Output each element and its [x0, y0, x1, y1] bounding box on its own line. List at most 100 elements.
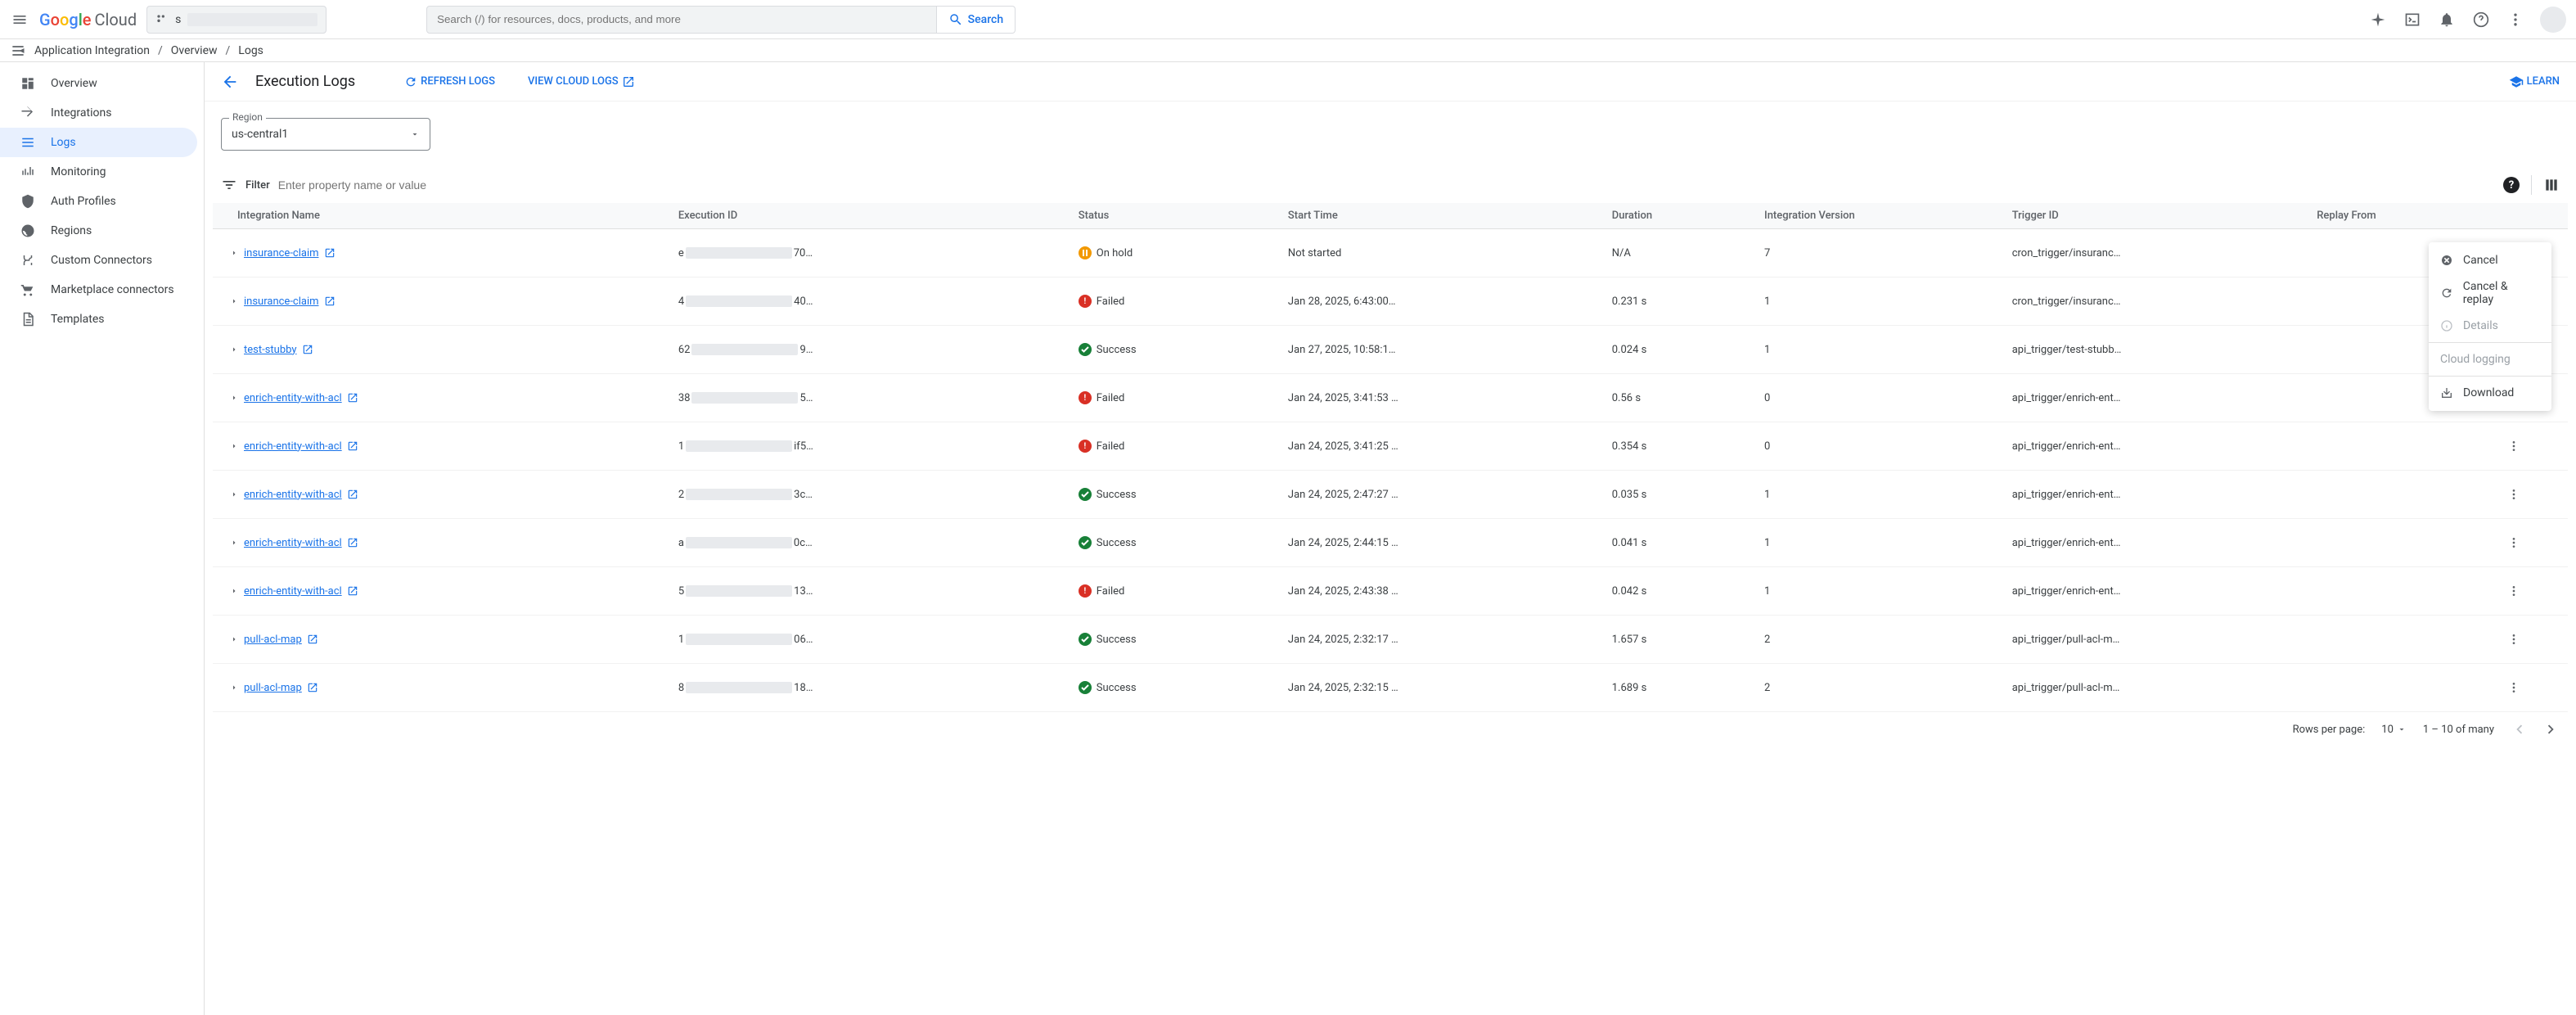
row-actions-button[interactable]: [2507, 524, 2560, 562]
marketplace-icon: [20, 282, 36, 298]
status-cell: !Failed: [1079, 295, 1272, 308]
expand-icon[interactable]: [229, 296, 239, 306]
google-cloud-logo[interactable]: Google Cloud: [39, 10, 137, 29]
notifications-icon[interactable]: [2437, 10, 2457, 29]
table-row: enrich-entity-with-acl 23c…SuccessJan 24…: [213, 471, 2568, 519]
breadcrumb-overview[interactable]: Overview: [171, 44, 218, 57]
column-display-icon[interactable]: [2543, 177, 2560, 193]
breadcrumb-page[interactable]: Logs: [238, 44, 263, 57]
menu-cancel-replay[interactable]: Cancel & replay: [2429, 273, 2551, 313]
row-actions-button[interactable]: [2507, 669, 2560, 706]
prev-page-button[interactable]: [2511, 720, 2529, 738]
start-time: Jan 24, 2025, 2:32:17 …: [1280, 616, 1604, 664]
sidebar-item-templates[interactable]: Templates: [0, 304, 204, 334]
integration-link[interactable]: enrich-entity-with-acl: [244, 392, 342, 404]
gemini-icon[interactable]: [2368, 10, 2388, 29]
col-header-version[interactable]: Integration Version: [1756, 203, 2004, 229]
integration-link[interactable]: pull-acl-map: [244, 682, 302, 694]
sidebar-item-label: Custom Connectors: [51, 254, 152, 267]
filter-input[interactable]: [278, 178, 2495, 192]
trigger-id: cron_trigger/insuranc…: [2004, 277, 2309, 326]
trigger-id: api_trigger/enrich-ent…: [2004, 471, 2309, 519]
search-input[interactable]: [426, 6, 937, 34]
integration-link[interactable]: enrich-entity-with-acl: [244, 537, 342, 549]
view-cloud-logs-button[interactable]: VIEW CLOUD LOGS: [528, 75, 635, 88]
expand-icon[interactable]: [229, 634, 239, 644]
region-select[interactable]: us-central1: [221, 118, 430, 151]
table-row: enrich-entity-with-acl 1if5…!FailedJan 2…: [213, 422, 2568, 471]
monitoring-icon: [20, 164, 36, 180]
integration-link[interactable]: test-stubby: [244, 344, 297, 356]
duration: 0.042 s: [1604, 567, 1756, 616]
sidebar-item-overview[interactable]: Overview: [0, 69, 204, 98]
row-actions-button[interactable]: [2507, 572, 2560, 610]
sidebar-item-integrations[interactable]: Integrations: [0, 98, 204, 128]
avatar[interactable]: [2540, 7, 2566, 33]
sidebar-item-label: Monitoring: [51, 165, 106, 178]
expand-icon[interactable]: [229, 393, 239, 403]
expand-icon[interactable]: [229, 538, 239, 548]
refresh-icon: [404, 75, 417, 88]
integration-link[interactable]: insurance-claim: [244, 247, 319, 259]
expand-icon[interactable]: [229, 683, 239, 692]
trigger-id: api_trigger/test-stubb…: [2004, 326, 2309, 374]
main-content: Execution Logs REFRESH LOGS VIEW CLOUD L…: [205, 62, 2576, 1015]
integration-link[interactable]: pull-acl-map: [244, 634, 302, 646]
integration-link[interactable]: enrich-entity-with-acl: [244, 489, 342, 501]
search-button[interactable]: Search: [937, 6, 1016, 34]
sidebar-item-connectors[interactable]: Custom Connectors: [0, 246, 204, 275]
row-actions-button[interactable]: [2507, 620, 2560, 658]
execution-id: a0c…: [678, 537, 1062, 549]
table-row: enrich-entity-with-acl 513…!FailedJan 24…: [213, 567, 2568, 616]
col-header-exec[interactable]: Execution ID: [670, 203, 1070, 229]
back-arrow-icon[interactable]: [221, 73, 239, 91]
duration: N/A: [1604, 229, 1756, 277]
project-prefix: s: [175, 13, 181, 26]
sidebar-item-monitoring[interactable]: Monitoring: [0, 157, 204, 187]
expand-icon[interactable]: [229, 489, 239, 499]
info-icon: [2440, 319, 2455, 332]
sidebar-item-marketplace[interactable]: Marketplace connectors: [0, 275, 204, 304]
filter-help-icon[interactable]: ?: [2503, 177, 2520, 193]
row-context-menu: Cancel Cancel & replay Details Cloud log…: [2429, 242, 2551, 411]
col-header-status[interactable]: Status: [1070, 203, 1280, 229]
expand-icon[interactable]: [229, 441, 239, 451]
rows-per-page-select[interactable]: 10: [2381, 724, 2407, 736]
table-row: enrich-entity-with-acl 385…!FailedJan 24…: [213, 374, 2568, 422]
expand-icon[interactable]: [229, 586, 239, 596]
status-failed-icon: !: [1079, 391, 1092, 404]
status-cell: On hold: [1079, 246, 1272, 259]
hamburger-icon[interactable]: [10, 10, 29, 29]
next-page-button[interactable]: [2542, 720, 2560, 738]
sidebar-item-logs[interactable]: Logs: [0, 128, 197, 157]
expand-icon[interactable]: [229, 248, 239, 258]
project-selector[interactable]: s: [146, 6, 327, 34]
expand-icon[interactable]: [229, 345, 239, 354]
sidebar-item-regions[interactable]: Regions: [0, 216, 204, 246]
help-icon[interactable]: [2471, 10, 2491, 29]
col-header-name[interactable]: Integration Name: [213, 203, 670, 229]
templates-icon: [20, 311, 36, 327]
status-cell: !Failed: [1079, 391, 1272, 404]
menu-download[interactable]: Download: [2429, 380, 2551, 406]
menu-cancel[interactable]: Cancel: [2429, 247, 2551, 273]
integration-link[interactable]: insurance-claim: [244, 295, 319, 308]
row-actions-button[interactable]: [2507, 427, 2560, 465]
col-header-replay[interactable]: Replay From: [2308, 203, 2499, 229]
cloud-shell-icon[interactable]: [2403, 10, 2422, 29]
col-header-trigger[interactable]: Trigger ID: [2004, 203, 2309, 229]
row-actions-button[interactable]: [2507, 476, 2560, 513]
more-icon[interactable]: [2506, 10, 2525, 29]
breadcrumb-product[interactable]: Application Integration: [34, 44, 150, 57]
learn-button[interactable]: LEARN: [2509, 74, 2560, 89]
integration-link[interactable]: enrich-entity-with-acl: [244, 440, 342, 453]
trigger-id: api_trigger/pull-acl-m…: [2004, 664, 2309, 712]
refresh-logs-button[interactable]: REFRESH LOGS: [404, 75, 495, 88]
start-time: Jan 24, 2025, 2:47:27 …: [1280, 471, 1604, 519]
col-header-duration[interactable]: Duration: [1604, 203, 1756, 229]
sidebar-item-auth[interactable]: Auth Profiles: [0, 187, 204, 216]
integration-link[interactable]: enrich-entity-with-acl: [244, 585, 342, 598]
replay-icon: [2440, 286, 2455, 300]
version: 2: [1756, 616, 2004, 664]
col-header-start[interactable]: Start Time: [1280, 203, 1604, 229]
